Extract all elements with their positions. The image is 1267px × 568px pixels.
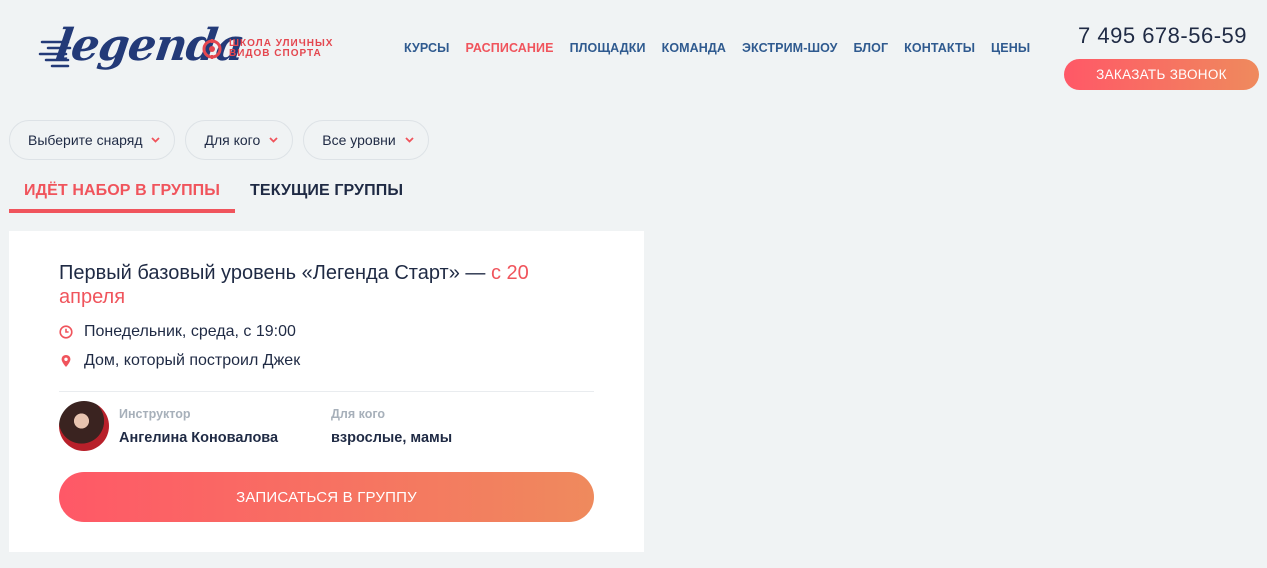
logo-subtitle: школа уличных видов спорта [229,38,334,59]
group-title-text: Первый базовый уровень «Легенда Старт» — [59,262,491,284]
filter-label: Для кого [204,132,261,148]
phone-number[interactable]: 7 495 678-56-59 [1078,23,1247,49]
nav-item-team[interactable]: КОМАНДА [662,41,726,55]
audience-label: Для кого [331,407,386,421]
target-icon [202,39,222,59]
nav-item-venues[interactable]: ПЛОЩАДКИ [570,41,646,55]
filter-audience-select[interactable]: Для кого [185,120,294,160]
map-pin-icon [61,355,71,367]
tab-current-groups[interactable]: ТЕКУЩИЕ ГРУППЫ [235,182,418,213]
group-tabs: ИДЁТ НАБОР В ГРУППЫ ТЕКУЩИЕ ГРУППЫ [9,182,418,213]
group-card: Первый базовый уровень «Легенда Старт» —… [9,231,644,552]
chevron-down-icon [405,137,414,143]
location-text[interactable]: Дом, который построил Джек [84,352,300,370]
join-group-button[interactable]: ЗАПИСАТЬСЯ В ГРУППУ [59,472,594,522]
filter-label: Все уровни [322,132,396,148]
nav-item-prices[interactable]: ЦЕНЫ [991,41,1030,55]
filter-apparatus-select[interactable]: Выберите снаряд [9,120,176,160]
instructor-label: Инструктор [119,407,191,421]
tab-enrollment-open[interactable]: ИДЁТ НАБОР В ГРУППЫ [9,182,236,213]
order-call-button[interactable]: ЗАКАЗАТЬ ЗВОНОК [1064,59,1259,90]
divider [59,391,594,392]
location-row: Дом, который построил Джек [59,352,300,370]
schedule-text: Понедельник, среда, с 19:00 [84,323,296,340]
audience-value: взрослые, мамы [331,430,453,446]
chevron-down-icon [151,137,161,143]
group-title: Первый базовый уровень «Легенда Старт» —… [59,261,579,309]
nav-item-blog[interactable]: БЛОГ [854,41,889,55]
nav-item-contacts[interactable]: КОНТАКТЫ [904,41,975,55]
instructor-name: Ангелина Коновалова [119,430,279,446]
schedule-row: Понедельник, среда, с 19:00 [59,323,296,341]
filter-level-select[interactable]: Все уровни [303,120,429,160]
clock-icon [59,325,73,339]
chevron-down-icon [269,137,278,143]
filter-bar: Выберите снаряд Для кого Все уровни [9,120,429,160]
nav-item-extreme-show[interactable]: ЭКСТРИМ-ШОУ [742,41,837,55]
nav-item-schedule[interactable]: РАСПИСАНИЕ [466,41,554,55]
filter-label: Выберите снаряд [28,132,143,148]
logo[interactable]: legenda школа уличных видов спорта [38,20,343,82]
instructor-avatar [59,401,109,451]
nav-item-courses[interactable]: КУРСЫ [404,41,450,55]
main-nav: КУРСЫ РАСПИСАНИЕ ПЛОЩАДКИ КОМАНДА ЭКСТРИ… [404,41,1046,55]
